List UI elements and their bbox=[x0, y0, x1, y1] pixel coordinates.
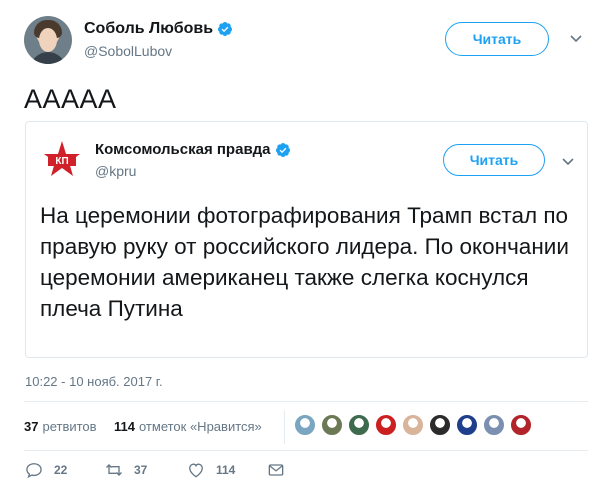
stats-separator bbox=[284, 410, 285, 444]
retweet-count: 37 bbox=[134, 463, 148, 477]
quoted-author-handle[interactable]: @kpru bbox=[95, 163, 136, 179]
liker-avatar[interactable] bbox=[375, 414, 397, 436]
quoted-author-name[interactable]: Комсомольская правда bbox=[95, 141, 271, 158]
svg-text:КП: КП bbox=[55, 156, 68, 167]
tweet-header: Соболь Любовь @SobolLubov Читать bbox=[24, 16, 592, 68]
kp-logo-icon[interactable]: КП bbox=[42, 140, 82, 180]
liker-avatar[interactable] bbox=[456, 414, 478, 436]
liker-avatar[interactable] bbox=[294, 414, 316, 436]
quoted-tweet[interactable]: КП Комсомольская правда @kpru Читать На … bbox=[25, 121, 588, 358]
author-handle[interactable]: @SobolLubov bbox=[84, 43, 172, 59]
divider bbox=[24, 450, 588, 451]
liker-avatar[interactable] bbox=[348, 414, 370, 436]
liker-avatar[interactable] bbox=[429, 414, 451, 436]
like-count: 114 bbox=[216, 463, 236, 477]
tweet-timestamp[interactable]: 10:22 - 10 нояб. 2017 г. bbox=[25, 374, 163, 389]
direct-message-button[interactable] bbox=[266, 460, 296, 480]
envelope-icon bbox=[268, 464, 284, 476]
quoted-name-row[interactable]: Комсомольская правда bbox=[95, 141, 291, 158]
author-avatar[interactable] bbox=[24, 16, 72, 64]
likes-stat[interactable]: 114 отметок «Нравится» bbox=[114, 419, 262, 434]
chevron-down-icon[interactable] bbox=[570, 34, 582, 44]
verified-badge-icon bbox=[275, 142, 290, 157]
liker-avatar[interactable] bbox=[483, 414, 505, 436]
retweets-label: ретвитов bbox=[42, 419, 97, 434]
verified-badge-icon bbox=[218, 22, 233, 36]
liker-avatar[interactable] bbox=[402, 414, 424, 436]
follow-button[interactable]: Читать bbox=[445, 22, 549, 56]
quoted-tweet-text: На церемонии фотографирования Трамп вста… bbox=[40, 203, 569, 321]
retweet-button[interactable]: 37 bbox=[104, 460, 147, 480]
tweet-text: ААААА bbox=[24, 84, 117, 114]
author-name-row[interactable]: Соболь Любовь bbox=[84, 20, 233, 38]
chevron-down-icon[interactable] bbox=[562, 157, 574, 167]
like-button[interactable]: 114 bbox=[186, 460, 235, 480]
author-name[interactable]: Соболь Любовь bbox=[84, 20, 213, 38]
likes-count: 114 bbox=[114, 419, 135, 434]
retweets-stat[interactable]: 37 ретвитов bbox=[24, 419, 97, 434]
divider bbox=[24, 401, 588, 402]
reply-icon bbox=[26, 463, 42, 479]
tweet-stats: 37 ретвитов 114 отметок «Нравится» bbox=[24, 410, 588, 444]
liker-avatars bbox=[294, 414, 537, 436]
heart-icon bbox=[189, 463, 203, 478]
tweet-actions: 22 37 114 bbox=[24, 460, 324, 486]
quoted-follow-button[interactable]: Читать bbox=[443, 144, 545, 176]
liker-avatar[interactable] bbox=[510, 414, 532, 436]
reply-count: 22 bbox=[54, 463, 68, 477]
retweet-icon bbox=[106, 464, 122, 476]
reply-button[interactable]: 22 bbox=[24, 460, 67, 480]
retweets-count: 37 bbox=[24, 419, 39, 434]
likes-label: отметок «Нравится» bbox=[138, 419, 262, 434]
liker-avatar[interactable] bbox=[321, 414, 343, 436]
